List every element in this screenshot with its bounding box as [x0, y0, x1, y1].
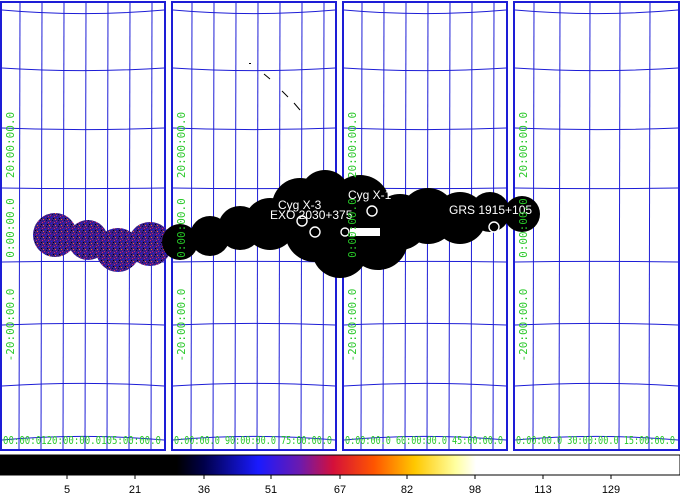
dec-label: -20:00:00.0 [517, 289, 530, 362]
grid-meridian [128, 1, 131, 451]
stray-mark [263, 73, 271, 80]
grid-parallel [514, 187, 679, 190]
grid-parallel [172, 382, 336, 387]
colorbar[interactable]: 5 21 36 51 67 82 98 113 129 [0, 454, 680, 496]
grid-parallel [1, 67, 165, 72]
stray-mark [293, 102, 301, 111]
grid-parallel [514, 9, 679, 15]
grid-parallel [1, 382, 165, 387]
grid-parallel [514, 67, 679, 72]
grid-parallel [172, 322, 336, 326]
grid-parallel [343, 382, 507, 387]
colorbar-gradient[interactable] [0, 454, 680, 476]
colorbar-tick-label: 98 [469, 484, 481, 496]
grid-parallel [343, 67, 507, 72]
grid-parallel [514, 127, 679, 131]
colorbar-tick-label: 67 [334, 484, 346, 496]
grid-parallel [1, 322, 165, 326]
dec-label: 0:00:00.0 [346, 198, 359, 258]
grid-parallel [1, 9, 165, 15]
grid-parallel [514, 322, 679, 326]
dec-label: -20:00:00.0 [346, 289, 359, 362]
sky-map-canvas[interactable]: Cyg X-3EXO 2030+375Cyg X-1GRS 1915+105 2… [0, 0, 680, 500]
colorbar-tick-label: 21 [129, 484, 141, 496]
grid-parallel [343, 322, 507, 326]
colorbar-tick-label: 82 [401, 484, 413, 496]
grid-parallel [343, 9, 507, 15]
dec-label: -20:00:00.0 [175, 289, 188, 362]
dec-label: 20:00:00.0 [4, 112, 17, 178]
dec-label: 20:00:00.0 [346, 112, 359, 178]
colorbar-tick-label: 51 [265, 484, 277, 496]
stray-mark [281, 90, 289, 98]
stray-mark [249, 63, 251, 64]
source-label: EXO 2030+375 [270, 208, 353, 222]
ra-label: 0:00:00.0 90:00:00.0 75:00:00.0 [174, 434, 332, 447]
dec-label: 0:00:00.0 [517, 198, 530, 258]
grid-meridian [588, 1, 591, 451]
dec-label: 20:00:00.0 [517, 112, 530, 178]
grid-parallel [172, 67, 336, 72]
dec-label: -20:00:00.0 [4, 289, 17, 362]
grid-meridian [558, 1, 561, 451]
grid-parallel [514, 382, 679, 387]
ra-label: 0:00:00.0 30:00:00.0 15:00:00.0 [516, 434, 675, 447]
grid-parallel [172, 127, 336, 131]
colorbar-tick-label: 113 [534, 484, 552, 496]
colorbar-tick-label: 5 [64, 484, 70, 496]
grid-parallel [1, 187, 165, 190]
colorbar-tick-label: 129 [602, 484, 620, 496]
colorbar-ticks: 5 21 36 51 67 82 98 113 129 [64, 475, 620, 496]
ra-label: 00:00:0120:00:00.0105:00:00.0 [3, 434, 161, 447]
grid-parallel [514, 260, 679, 263]
dec-label: 20:00:00.0 [175, 112, 188, 178]
sky-image-viewer[interactable]: Cyg X-3 EXO 2030+375 Cyg X-1 GRS 1915+105 2… [0, 0, 680, 500]
dec-label: 0:00:00.0 [4, 198, 17, 258]
grid-parallel [1, 127, 165, 131]
grid-meridian [618, 1, 621, 451]
ra-label: 0:00:00.0 60:00:00.0 45:00:00.0 [345, 434, 503, 447]
grid-parallel [172, 9, 336, 15]
grid-parallel [343, 127, 507, 131]
dec-label: 0:00:00.0 [175, 198, 188, 258]
colorbar-tick-label: 36 [198, 484, 210, 496]
grid-meridian [106, 1, 109, 451]
